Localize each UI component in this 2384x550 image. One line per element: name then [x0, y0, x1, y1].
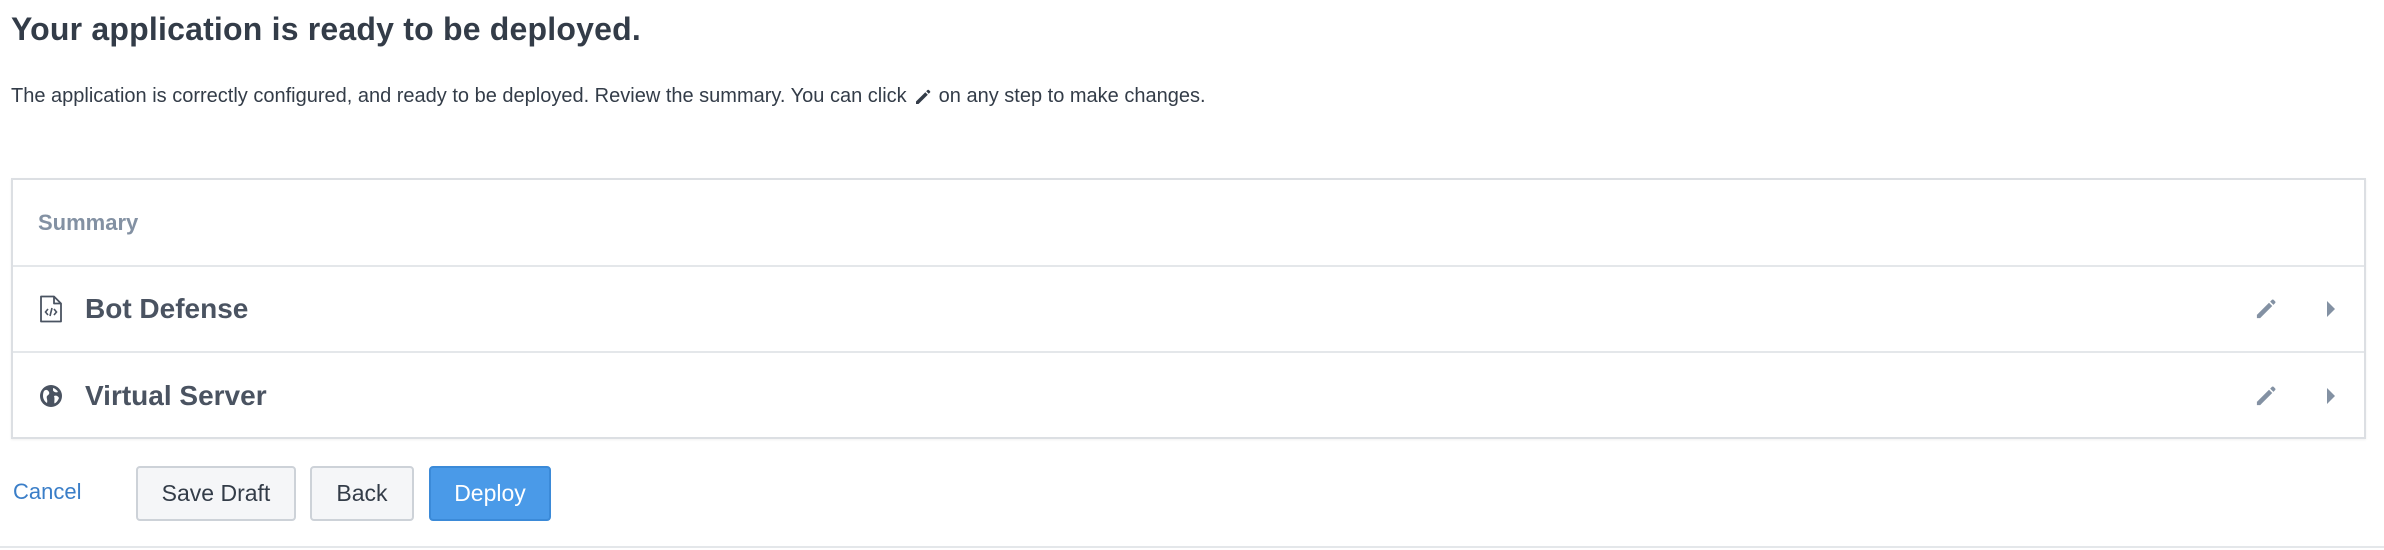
- summary-item-bot-defense[interactable]: Bot Defense: [13, 267, 2364, 353]
- summary-item-label: Virtual Server: [85, 380, 267, 411]
- code-file-icon: [38, 295, 64, 323]
- summary-item-virtual-server[interactable]: Virtual Server: [13, 353, 2364, 439]
- intro-text-before: The application is correctly configured,…: [11, 85, 907, 107]
- summary-panel: Summary Bot Defense Virtual Server: [11, 178, 2366, 439]
- caret-right-icon[interactable]: [2322, 298, 2340, 320]
- summary-item-label: Bot Defense: [85, 293, 249, 324]
- intro-text: The application is correctly configured,…: [11, 85, 1206, 108]
- divider: [0, 546, 2384, 548]
- deployment-review-page: Your application is ready to be deployed…: [0, 0, 2384, 550]
- action-bar: Cancel Save Draft Back Deploy: [0, 463, 2384, 543]
- summary-header: Summary: [13, 180, 2364, 267]
- intro-text-after: on any step to make changes.: [938, 85, 1206, 107]
- page-title: Your application is ready to be deployed…: [11, 11, 641, 47]
- pencil-icon[interactable]: [2252, 295, 2280, 323]
- cancel-link[interactable]: Cancel: [13, 479, 81, 505]
- globe-icon: [38, 382, 64, 410]
- deploy-button[interactable]: Deploy: [429, 466, 551, 521]
- pencil-icon: [913, 87, 933, 107]
- save-draft-button[interactable]: Save Draft: [136, 466, 296, 521]
- pencil-icon[interactable]: [2252, 382, 2280, 410]
- caret-right-icon[interactable]: [2322, 385, 2340, 407]
- back-button[interactable]: Back: [310, 466, 414, 521]
